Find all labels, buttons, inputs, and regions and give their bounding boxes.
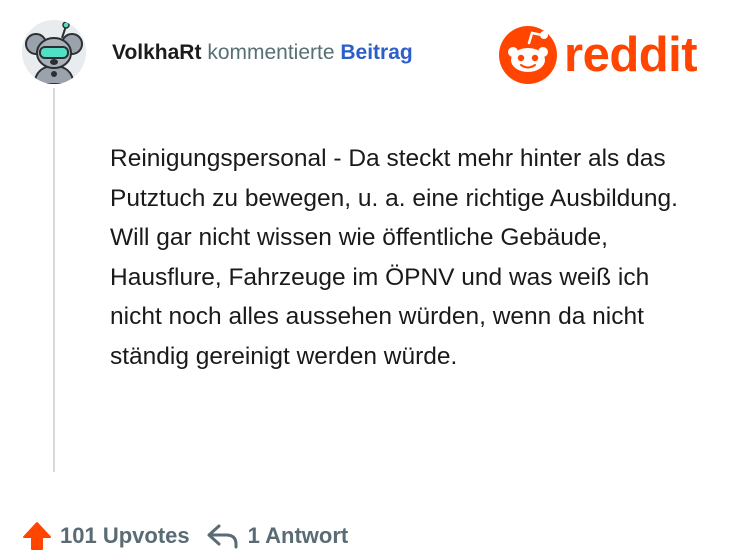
comment-header: VolkhaRt kommentierte Beitrag	[112, 40, 413, 66]
reddit-wordmark: reddit	[564, 28, 698, 82]
reply-group[interactable]: 1 Antwort	[206, 522, 349, 550]
reddit-snoo-icon	[499, 26, 557, 84]
upvote-arrow-icon[interactable]	[22, 521, 52, 551]
comment-body: Reinigungspersonal - Da steckt mehr hint…	[110, 145, 678, 370]
action-text: kommentierte	[207, 41, 335, 64]
avatar[interactable]	[22, 20, 86, 84]
reply-count: 1 Antwort	[247, 523, 349, 548]
reply-arrow-icon[interactable]	[206, 522, 240, 550]
post-link[interactable]: Beitrag	[340, 41, 412, 64]
reddit-logo: reddit	[498, 24, 716, 86]
comment-footer: 101 Upvotes 1 Antwort	[22, 518, 348, 554]
username-link[interactable]: VolkhaRt	[112, 41, 201, 64]
upvote-group[interactable]: 101 Upvotes	[22, 521, 190, 551]
upvote-count: 101 Upvotes	[60, 523, 190, 548]
thread-line	[53, 88, 55, 472]
avatar-image	[22, 20, 86, 84]
